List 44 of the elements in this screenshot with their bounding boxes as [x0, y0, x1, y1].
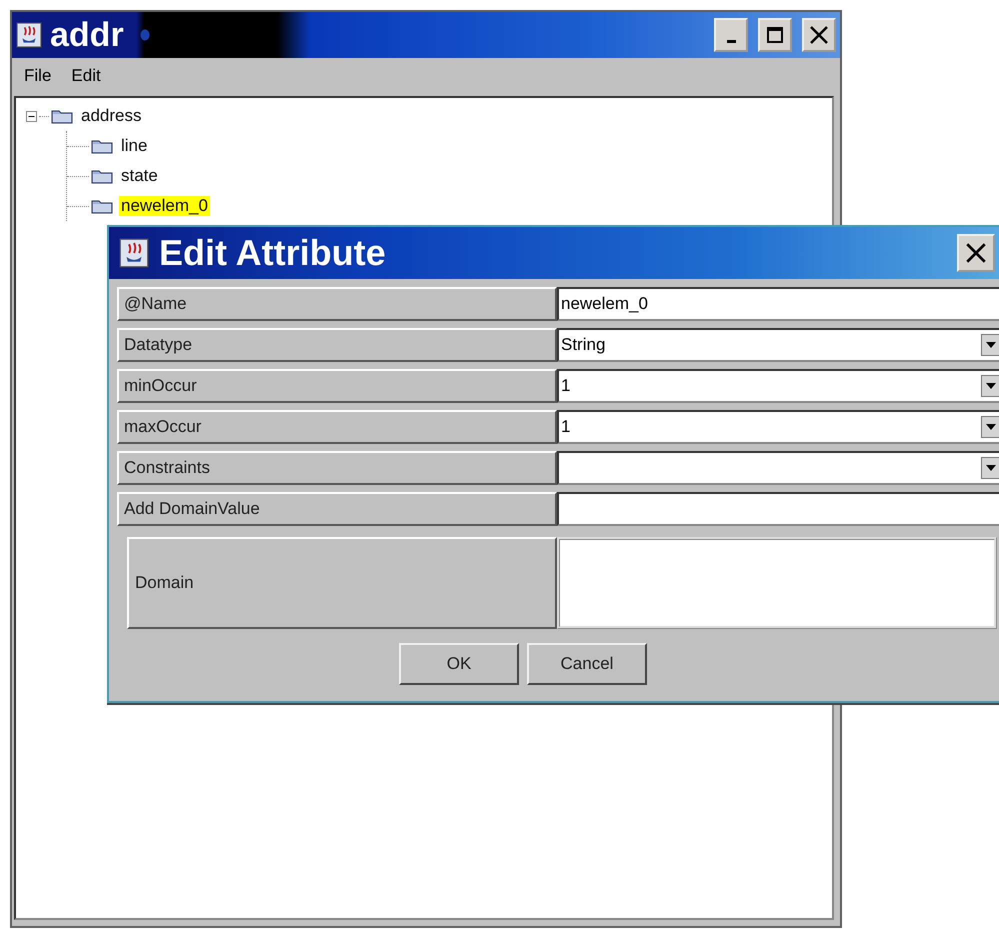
dropdown[interactable]: 1: [557, 369, 999, 403]
field-label: maxOccur: [117, 410, 557, 444]
folder-icon: [91, 198, 113, 214]
dialog-button[interactable]: OK: [399, 643, 519, 685]
collapse-icon[interactable]: [26, 110, 37, 122]
dialog-button[interactable]: Cancel: [527, 643, 647, 685]
menu-item[interactable]: Edit: [71, 66, 101, 86]
dropdown[interactable]: String: [557, 328, 999, 362]
field-label: @Name: [117, 287, 557, 321]
field-label: minOccur: [117, 369, 557, 403]
close-button[interactable]: [802, 18, 836, 52]
field-label: Datatype: [117, 328, 557, 362]
maximize-icon: [765, 25, 785, 45]
dialog-title: Edit Attribute: [159, 232, 386, 274]
field-label: Domain: [127, 537, 557, 629]
window-title: addr: [50, 16, 124, 54]
maximize-button[interactable]: [758, 18, 792, 52]
folder-icon: [91, 168, 113, 184]
tree-item[interactable]: state: [119, 166, 160, 186]
app-icon: [119, 238, 149, 268]
dot-icon: [140, 29, 150, 41]
input-field[interactable]: newelem_0: [557, 287, 999, 321]
dropdown-arrow-icon[interactable]: [981, 375, 999, 397]
field-label: Constraints: [117, 451, 557, 485]
minimize-icon: [726, 40, 736, 42]
dropdown[interactable]: 1: [557, 410, 999, 444]
field-label: Add DomainValue: [117, 492, 557, 526]
close-button[interactable]: [957, 234, 995, 272]
folder-icon: [51, 108, 73, 124]
close-icon: [808, 24, 830, 46]
app-icon: [16, 22, 42, 48]
list-box[interactable]: [557, 537, 997, 629]
tree-item[interactable]: newelem_0: [119, 196, 210, 216]
input-field[interactable]: [557, 492, 999, 526]
dropdown-arrow-icon[interactable]: [981, 457, 999, 479]
dropdown-arrow-icon[interactable]: [981, 334, 999, 356]
dropdown-arrow-icon[interactable]: [981, 416, 999, 438]
close-icon: [964, 241, 988, 265]
tree-item[interactable]: line: [119, 136, 150, 156]
minimize-button[interactable]: [714, 18, 748, 52]
menu-item[interactable]: File: [24, 66, 52, 86]
folder-icon: [91, 138, 113, 154]
dropdown[interactable]: [557, 451, 999, 485]
tree-item[interactable]: address: [79, 106, 144, 126]
